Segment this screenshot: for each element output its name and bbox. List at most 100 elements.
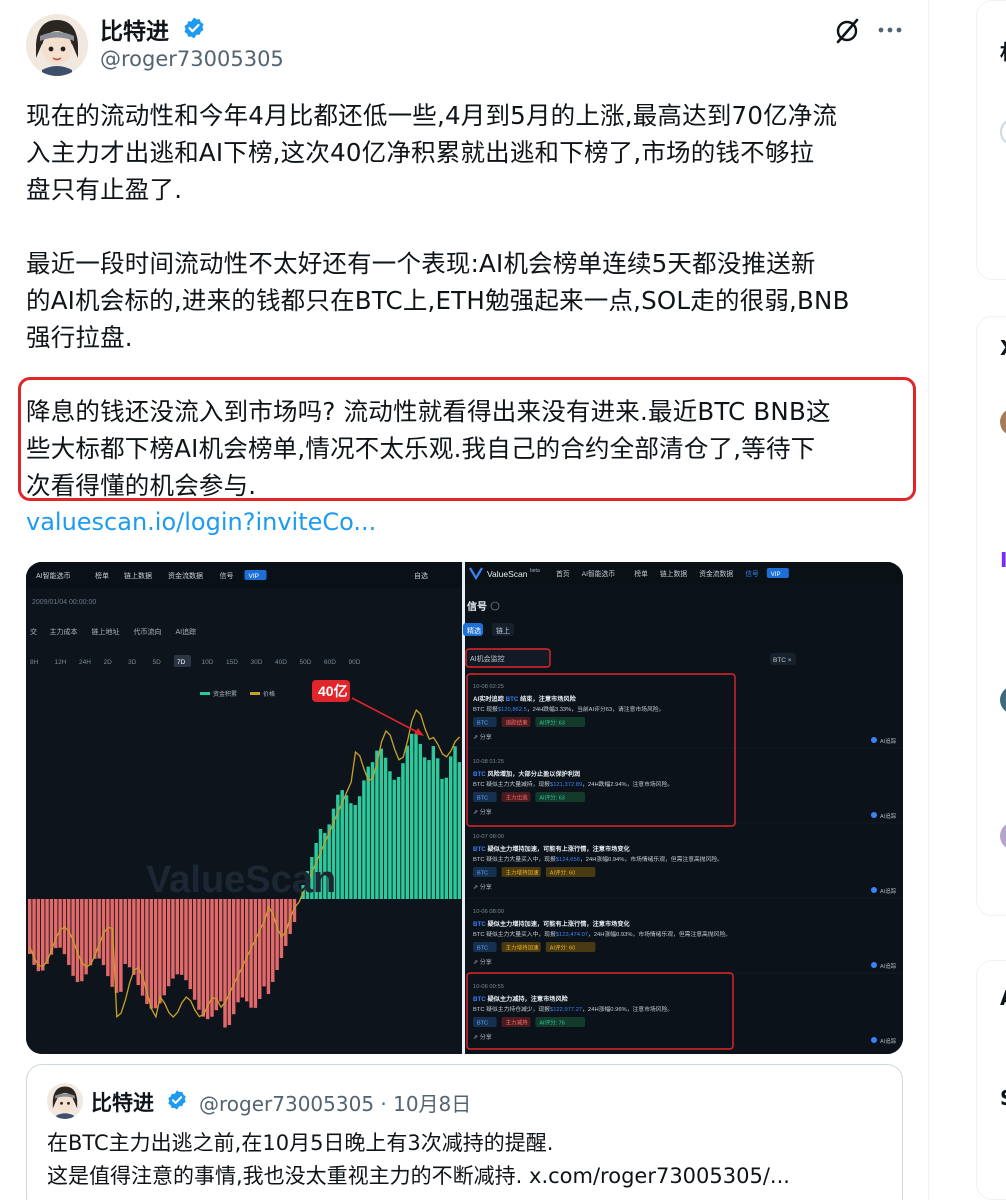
quoted-author-name[interactable]: 比特进 [91,1087,154,1117]
left-nav-item: 信号 [220,571,234,580]
verified-badge-icon [168,1090,186,1110]
signal-detail: BTC 现报$120,862.5，24H跌幅3.33%，当前AI评分63，请注意… [473,705,664,713]
sidebar-glyph: S [1000,1086,1006,1110]
side-label: AI追踪 [880,962,897,970]
signal-title: BTC 疑似主力减持，注意市场风险 [473,995,569,1003]
chart-bar [175,899,179,975]
tweet-link[interactable]: valuescan.io/login?inviteCo... [26,508,376,536]
chart-bar [284,899,288,946]
chart-bar [379,748,383,899]
signal-tag: BTC [477,1021,488,1027]
chart-bar [179,899,184,975]
verified-badge-icon [184,17,204,39]
range-button: 7D [177,659,186,666]
quoted-author-avatar[interactable] [47,1083,83,1119]
signal-tag: BTC [477,721,488,727]
chart-bar [231,899,236,1015]
chart-bar [353,804,357,899]
chart-subtab: AI追踪 [176,627,197,636]
grok-icon[interactable] [832,16,862,46]
signal-detail: BTC 疑似主力持仓减少，现报$122,977.27，24H涨幅0.96%，注意… [473,1005,673,1013]
range-button: 10D [202,659,214,666]
chart-bar [153,899,158,1009]
chart-bar [132,899,136,975]
chart-watermark: ValueScan [146,859,336,901]
more-options-icon[interactable] [876,20,904,40]
chart-bar [457,762,462,899]
chart-bar [123,899,127,965]
chart-date: 2009/01/04 00:00:00 [32,599,96,606]
range-button: 40D [275,659,287,666]
chart-bar [119,899,123,992]
share-link: ⇗ 分享 [473,958,492,966]
chart-bar [97,899,101,959]
right-nav-item: AI智能选币 [582,569,616,578]
chart-bar [127,899,132,968]
tweet-media-image[interactable]: AI智能选币 榜单 链上数据 资金流数据 信号 VIP 自选 2009/01/04 00:0… [26,562,903,1054]
quoted-text: 在BTC主力出逃之前,在10月5日晚上有3次减持的提醒. 这是值得注意的事情,我… [47,1127,887,1193]
chart-subtab: 代币流向 [134,627,162,636]
signal-title: AI实时追踪 BTC 结束，注意市场风险 [473,695,577,703]
signal-title: BTC 疑似主力增持加速，可能有上涨行情，注意市场变化 [473,845,631,853]
right-nav-item: 首页 [556,569,570,578]
filter-select: AI机会监控 [470,654,505,663]
sidebar-glyph: A [1000,986,1006,1010]
sidebar-card-2[interactable] [976,316,1006,916]
signal-detail: BTC 疑似主力大量减持，现报$121,372.89，24H跌幅2.94%，注意… [473,780,673,788]
chart-bar [401,763,405,899]
author-avatar[interactable] [26,14,88,76]
token-chip: BTC × [773,657,792,664]
chart-bar [375,750,379,899]
brand-tag: beta [530,568,540,574]
chart-bar [201,899,206,1017]
signal-tag: BTC [477,946,488,952]
quoted-tweet[interactable]: 比特进 @roger73005305 · 10月8日 在BTC主力出逃之前,在1… [26,1064,903,1200]
chart-bar [171,899,175,979]
chart-bar [218,899,223,1002]
tab-onchain: 链上 [496,626,510,635]
left-nav-item: 榜单 [95,571,109,580]
chart-bar [80,899,84,982]
chart-subtab: 交 [30,627,37,636]
chart-bar [188,899,193,990]
chart-bar [349,803,353,899]
author-handle[interactable]: @roger73005305 [100,47,284,71]
signal-time: 10-08 01:25 [473,759,504,765]
sidebar-glyph: Ir [1000,548,1006,572]
signal-time: 10-06 00:55 [473,984,504,990]
callout-label: 40亿 [318,683,348,699]
chart-bar [45,899,49,964]
chart-bar [279,899,284,958]
share-link: ⇗ 分享 [473,883,492,891]
chart-bar [253,899,258,1008]
chart-bar [427,760,431,899]
chart-bar [36,899,41,972]
signal-tag: AI评分: 63 [539,719,564,727]
signal-detail: BTC 疑似主力大量买入中，现报$123,474.07，24H涨幅0.93%，市… [473,930,731,938]
author-name[interactable]: 比特进 [100,12,169,46]
chart-bar [448,756,453,899]
chart-bar [405,745,410,899]
text-line: 强行拉盘. [26,323,133,352]
chart-bar [197,899,201,1010]
chart-bar [166,899,171,987]
side-label: AI追踪 [880,1037,897,1045]
tweet-main-column: 比特进 @roger73005305 现在的流动性和今年4月比都还低一些,4月到… [0,0,928,1200]
quoted-handle-date[interactable]: @roger73005305 · 10月8日 [199,1088,471,1117]
chart-bar [418,743,423,899]
vip-badge: VIP [249,573,259,580]
signal-tag: AI评分: 63 [539,794,564,802]
signal-time: 10-08 02:25 [473,684,504,690]
chart-bar [227,899,232,1026]
range-button: 5D [153,659,162,666]
right-nav-item: 链上数据 [660,569,687,578]
right-nav-item: 榜单 [634,569,648,578]
text-line: 入主力才出逃和AI下榜,这次40亿净积累就出逃和下榜了,市场的钱不够拉 [26,138,815,167]
valuescan-screenshot: AI智能选币 榜单 链上数据 资金流数据 信号 VIP 自选 2009/01/04 00:0… [26,562,903,1054]
chart-bar [149,899,153,1009]
sidebar-glyph: 村 [1000,36,1006,65]
signal-tag: 主力出逃 [506,794,529,802]
chart-subtab: 主力成本 [50,627,78,636]
chart-bar [262,899,266,987]
signal-title: BTC 风险增加，大部分止盈以保护利润 [473,770,580,778]
